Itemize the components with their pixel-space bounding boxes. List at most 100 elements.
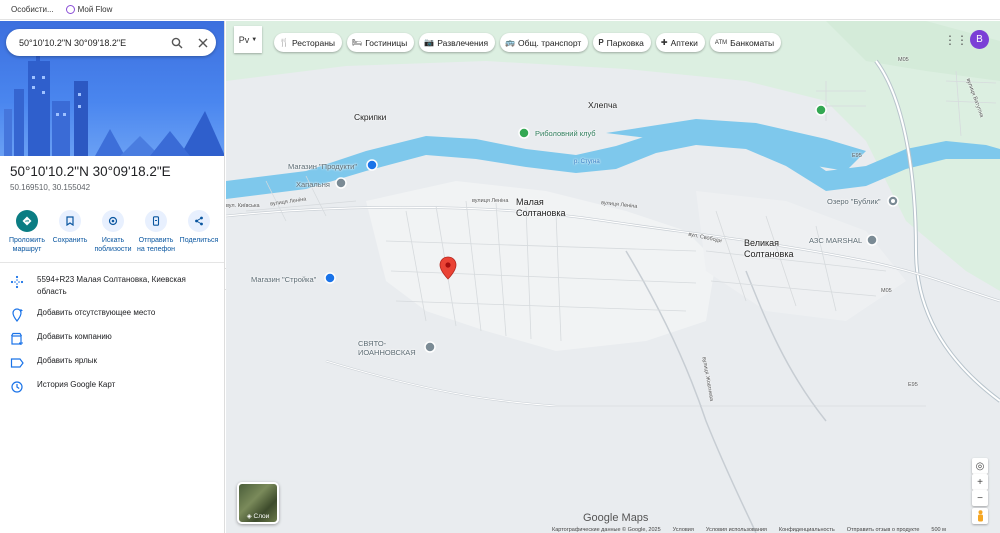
share-button[interactable]: Поделиться	[178, 210, 220, 254]
place-coordinates: 50.169510, 30.155042	[10, 183, 91, 192]
bookmark-item[interactable]: Особисти...	[0, 5, 54, 14]
map-label: M05	[898, 57, 909, 63]
chip-hotels[interactable]: 🛏 Гостиницы	[347, 33, 415, 52]
poi-marker	[335, 177, 347, 189]
map-label: Хапальня	[296, 180, 330, 189]
chip-label: Гостиницы	[365, 37, 408, 48]
map-label: вул. Київська	[226, 203, 260, 209]
google-maps-logo: Google Maps	[583, 512, 649, 524]
info-text: 5594+R23 Малая Солтановка, Киевская обла…	[37, 275, 186, 296]
label-icon	[10, 356, 24, 370]
bookmark-icon	[0, 6, 8, 14]
transit-icon: 🚌	[505, 38, 516, 47]
layers-label: ◈ Слои	[239, 512, 277, 520]
layers-button[interactable]: ◈ Слои	[237, 482, 279, 524]
map-footer: Картографические данные © Google, 2025 У…	[552, 527, 946, 533]
map-label: M05	[881, 288, 892, 294]
language-toggle[interactable]: Pv ▼	[234, 26, 262, 53]
save-button[interactable]: Сохранить	[49, 210, 91, 254]
fuel-marker	[866, 234, 878, 246]
terms-of-use-link[interactable]: Условия использования	[706, 527, 767, 533]
map-label: Великая Солтановка	[744, 238, 794, 259]
club-marker	[518, 127, 530, 139]
info-add-business[interactable]: Добавить компанию	[0, 331, 224, 346]
send-to-phone-button[interactable]: Отправить на телефон	[135, 210, 177, 254]
atm-icon: ATM	[714, 39, 728, 46]
minus-icon: −	[977, 492, 983, 504]
search-box[interactable]: 50°10'10.2"N 30°09'18.2"E	[6, 29, 216, 56]
map-label: Магазин "Продукти"	[288, 162, 358, 171]
info-add-label[interactable]: Добавить ярлык	[0, 355, 224, 370]
category-chips: 🍴 Рестораны 🛏 Гостиницы 📷 Развлечения 🚌 Общ.…	[274, 33, 782, 52]
chip-restaurants[interactable]: 🍴 Рестораны	[274, 33, 343, 52]
map-label: Магазин "Стройка"	[251, 275, 317, 284]
bookmark-label: Мой Flow	[77, 5, 113, 14]
plus-icon: +	[977, 476, 983, 488]
directions-button[interactable]: Проложить маршрут	[6, 210, 48, 254]
nearby-icon	[102, 210, 124, 232]
avatar[interactable]: B	[970, 30, 989, 49]
chip-label: Аптеки	[670, 37, 698, 48]
info-text: Добавить отсутствующее место	[37, 308, 156, 317]
map-label: СВЯТО- ИОАННОВСКАЯ	[358, 339, 416, 357]
parking-icon: P	[598, 38, 604, 47]
map-label: Скрипки	[354, 112, 387, 122]
directions-icon	[16, 210, 38, 232]
shop-marker	[324, 272, 336, 284]
map-label: E95	[908, 382, 918, 388]
pharmacy-icon: ✚	[660, 38, 668, 47]
bookmark-icon	[59, 210, 81, 232]
info-text: История Google Карт	[37, 380, 116, 389]
layers-text: Слои	[253, 513, 270, 520]
info-text: Добавить ярлык	[37, 356, 98, 365]
chip-parking[interactable]: P Парковка	[593, 33, 651, 52]
zoom-out-button[interactable]: −	[972, 490, 988, 506]
action-label: Искать поблизости	[94, 237, 132, 253]
map-label: р. Стугна	[574, 159, 600, 165]
chip-label: Развлечения	[437, 37, 489, 48]
feedback-link[interactable]: Отправить отзыв о продукте	[847, 527, 920, 533]
map-label: Озеро "Бублик"	[827, 197, 881, 206]
add-business-icon	[10, 332, 24, 346]
zoom-in-button[interactable]: +	[972, 474, 988, 490]
chevron-down-icon: ▼	[251, 36, 258, 43]
privacy-link[interactable]: Конфиденциальность	[779, 527, 835, 533]
search-input[interactable]: 50°10'10.2"N 30°09'18.2"E	[19, 38, 164, 48]
chip-atm[interactable]: ATM Банкоматы	[709, 33, 782, 52]
street-view-button[interactable]	[972, 508, 988, 524]
map-label: Хлепча	[588, 100, 618, 110]
action-label: Поделиться	[179, 237, 219, 244]
restaurant-icon: 🍴	[279, 38, 289, 47]
chip-label: Парковка	[606, 37, 644, 48]
add-place-icon	[10, 308, 24, 322]
search-icon[interactable]	[164, 30, 190, 56]
place-sidebar: 50°10'10.2"N 30°09'18.2"E 50°10'10.2"N 3…	[0, 21, 225, 533]
nearby-button[interactable]: Искать поблизости	[92, 210, 134, 254]
map-canvas[interactable]: Скрипки Хлепча Малая Солтановка Великая …	[226, 21, 1000, 533]
terms-link[interactable]: Условия	[673, 527, 694, 533]
location-icon: ◎	[975, 460, 985, 472]
flow-icon	[65, 5, 75, 14]
info-add-place[interactable]: Добавить отсутствующее место	[0, 307, 224, 322]
map-label: E95	[852, 153, 862, 159]
close-icon[interactable]	[190, 30, 216, 56]
hotel-icon: 🛏	[352, 38, 363, 47]
chip-label: Рестораны	[291, 37, 336, 48]
camera-icon: 📷	[424, 38, 435, 47]
info-plus-code[interactable]: 5594+R23 Малая Солтановка, Киевская обла…	[0, 274, 224, 298]
info-text: Добавить компанию	[37, 332, 112, 341]
chip-transit[interactable]: 🚌 Общ. транспорт	[500, 33, 589, 52]
bookmarks-bar: Особисти... Мой Flow	[0, 0, 1000, 20]
bookmark-item[interactable]: Мой Flow	[65, 5, 113, 14]
park-marker	[815, 104, 827, 116]
chip-label: Общ. транспорт	[518, 37, 582, 48]
place-info-list: 5594+R23 Малая Солтановка, Киевская обла…	[0, 274, 224, 403]
info-history[interactable]: История Google Карт	[0, 379, 224, 394]
scale-label[interactable]: 500 м	[931, 527, 946, 533]
chip-entertainment[interactable]: 📷 Развлечения	[419, 33, 496, 52]
chip-pharmacy[interactable]: ✚ Аптеки	[655, 33, 705, 52]
place-actions: Проложить маршрут Сохранить Искать побли…	[6, 210, 220, 254]
layers-icon: ◈	[246, 513, 252, 520]
my-location-button[interactable]: ◎	[972, 458, 988, 474]
map-label: Риболовний клуб	[535, 129, 596, 138]
